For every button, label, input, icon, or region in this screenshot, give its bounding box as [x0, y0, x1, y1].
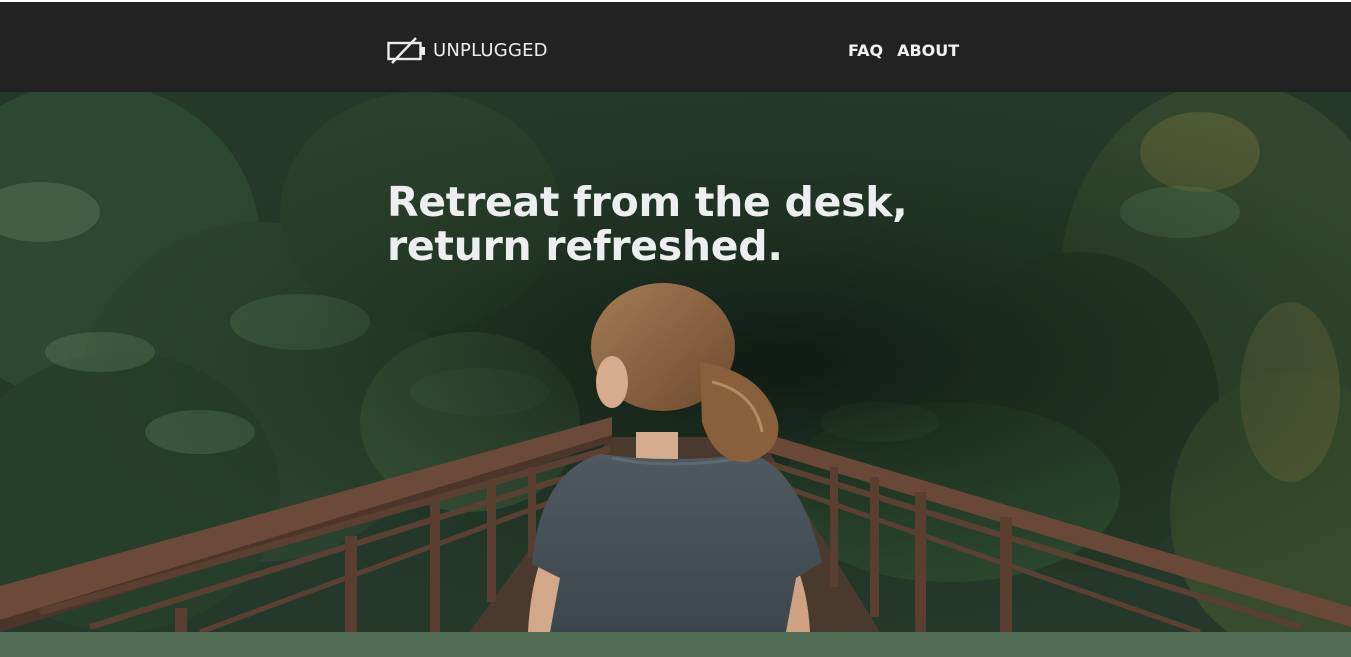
- hero-forest-bridge-image: [0, 92, 1351, 632]
- hero-section: Retreat from the desk, return refreshed.: [0, 92, 1351, 632]
- brand-logo-link[interactable]: UNPLUGGED: [387, 36, 548, 64]
- main-nav: FAQ ABOUT: [848, 39, 959, 61]
- site-header: UNPLUGGED FAQ ABOUT: [0, 2, 1351, 92]
- unplugged-battery-icon: [387, 37, 425, 64]
- nav-link-faq[interactable]: FAQ: [848, 41, 883, 60]
- brand-name: UNPLUGGED: [433, 39, 548, 61]
- nav-link-about[interactable]: ABOUT: [897, 41, 959, 60]
- hero-headline-line-1: Retreat from the desk,: [387, 178, 908, 226]
- page: UNPLUGGED FAQ ABOUT Retreat from the des…: [0, 0, 1351, 657]
- hero-headline: Retreat from the desk, return refreshed.: [387, 180, 947, 268]
- hero-headline-line-2: return refreshed.: [387, 222, 783, 270]
- section-divider-band: [0, 632, 1351, 657]
